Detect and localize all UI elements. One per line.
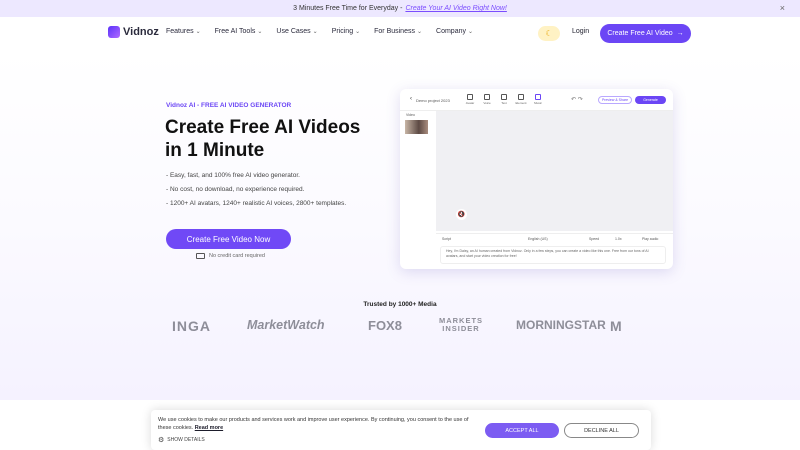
menu-item-for-business[interactable]: For Business ⌄: [374, 28, 422, 35]
hero-title-line2: in 1 Minute: [165, 140, 265, 161]
editor-canvas: [436, 111, 673, 231]
promo-text: 3 Minutes Free Time for Everyday -: [293, 5, 403, 12]
trusted-by-title: Trusted by 1000+ Media: [363, 301, 437, 308]
cookie-banner: We use cookies to make our products and …: [151, 410, 651, 450]
brand-logo-fox8: FOX8: [368, 318, 402, 333]
show-details-toggle[interactable]: ⚙ SHOW DETAILS: [158, 436, 205, 444]
cta-label: Create Free AI Video: [607, 30, 673, 37]
script-textarea: Hey, I'm Daisy, an AI human created from…: [440, 246, 666, 264]
tool-music: Music: [534, 94, 542, 106]
bullet-item: - No cost, no download, no experience re…: [166, 186, 305, 193]
menu-item-company[interactable]: Company ⌄: [436, 28, 473, 35]
no-credit-card-note: No credit card required: [196, 253, 265, 259]
bullet-item: - Easy, fast, and 100% free AI video gen…: [166, 172, 300, 179]
chevron-down-icon: ⌄: [355, 29, 361, 35]
logo-text: Vidnoz: [123, 26, 159, 38]
project-name: Demo project 2023: [416, 98, 450, 103]
brand-logo-morningstar: MORNINGSTAR: [516, 318, 606, 332]
promo-banner: 3 Minutes Free Time for Everyday - Creat…: [0, 0, 800, 17]
menu-label: Use Cases: [276, 28, 311, 35]
menu-label: Company: [436, 28, 466, 35]
read-more-link[interactable]: Read more: [195, 425, 223, 431]
menu-item-pricing[interactable]: Pricing ⌄: [332, 28, 360, 35]
preview-share-button: Preview & Share: [598, 96, 632, 104]
menu-item-free-ai-tools[interactable]: Free AI Tools ⌄: [215, 28, 263, 35]
script-bar: Script English (US) Speed 1.0x Play audi…: [436, 233, 673, 244]
sidebar-label: Video: [406, 113, 415, 117]
speed-label: Speed: [589, 237, 600, 241]
chevron-down-icon: ⌄: [195, 29, 201, 35]
hero-tag: Vidnoz AI - FREE AI VIDEO GENERATOR: [166, 102, 292, 109]
gear-icon: ⚙: [158, 437, 165, 444]
editor-toolbar: ‹ Demo project 2023 Avatar Voice Text El…: [400, 89, 673, 111]
avatar-icon: [467, 94, 473, 100]
close-icon[interactable]: ×: [780, 3, 785, 13]
tool-avatar: Avatar: [466, 94, 474, 106]
tool-text: Text: [500, 94, 508, 106]
theme-toggle-moon-icon[interactable]: ☾: [538, 26, 560, 41]
undo-redo-icon: ↶ ↷: [571, 97, 583, 103]
tool-label: Element: [515, 101, 527, 105]
music-icon: [535, 94, 541, 100]
mute-speaker-icon: 🔇: [456, 209, 467, 220]
text-icon: [501, 94, 507, 100]
no-card-text: No credit card required: [209, 253, 265, 259]
tool-label: Music: [534, 101, 542, 105]
create-free-video-now-button[interactable]: Create Free Video Now: [166, 229, 291, 249]
video-thumbnail: [405, 120, 428, 134]
chevron-down-icon: ⌄: [467, 29, 474, 35]
editor-preview: ‹ Demo project 2023 Avatar Voice Text El…: [400, 89, 673, 269]
tool-label: Text: [501, 101, 507, 105]
bullet-item: - 1200+ AI avatars, 1240+ realistic AI v…: [166, 200, 347, 207]
menu-label: Free AI Tools: [214, 28, 256, 35]
brand-logo-partial: M: [610, 318, 622, 334]
voice-icon: [484, 94, 490, 100]
hero-title: Create Free AI Videos in 1 Minute: [165, 116, 405, 162]
element-icon: [518, 94, 524, 100]
script-label: Script: [442, 237, 451, 241]
editor-sidebar: Video: [404, 111, 432, 239]
login-link[interactable]: Login: [572, 28, 589, 35]
tool-label: Avatar: [465, 101, 475, 105]
menu-item-use-cases[interactable]: Use Cases ⌄: [276, 28, 317, 35]
show-details-label: SHOW DETAILS: [167, 437, 205, 443]
accept-all-button[interactable]: ACCEPT ALL: [485, 423, 559, 438]
pitch-value: 1.0x: [615, 237, 622, 241]
media-logos: INGA MarketWatch FOX8 MARKETS INSIDER MO…: [0, 314, 800, 340]
brand-logo-marketwatch: MarketWatch: [247, 318, 325, 332]
logo-icon: [108, 26, 120, 38]
hero-title-line1: Create Free AI Videos: [165, 117, 361, 138]
create-free-ai-video-button[interactable]: Create Free AI Video →: [600, 24, 691, 43]
tool-label: Voice: [483, 101, 491, 105]
brand-logo-markets-insider: MARKETS INSIDER: [438, 316, 484, 333]
back-arrow-icon: ‹: [410, 96, 412, 102]
main-menu: Features ⌄ Free AI Tools ⌄ Use Cases ⌄ Pric…: [166, 28, 487, 35]
promo-link[interactable]: Create Your AI Video Right Now!: [405, 5, 506, 12]
credit-card-icon: [196, 253, 205, 259]
arrow-right-icon: →: [676, 30, 684, 37]
chevron-down-icon: ⌄: [257, 29, 263, 35]
brand-logo-inga: INGA: [172, 318, 211, 334]
logo[interactable]: Vidnoz: [108, 26, 159, 38]
generate-button: Generate: [635, 96, 666, 104]
tool-voice: Voice: [483, 94, 491, 106]
menu-label: Features: [166, 28, 194, 35]
menu-label: Pricing: [331, 28, 354, 35]
tool-element: Element: [515, 94, 527, 106]
decline-all-button[interactable]: DECLINE ALL: [564, 423, 639, 438]
cookie-text: We use cookies to make our products and …: [158, 416, 483, 432]
menu-label: For Business: [374, 28, 415, 35]
top-nav: Vidnoz Features ⌄ Free AI Tools ⌄ Use Case…: [0, 17, 800, 50]
editor-tools: Avatar Voice Text Element Music: [466, 94, 542, 106]
chevron-down-icon: ⌄: [416, 29, 423, 35]
play-audio-button: Play audio: [642, 237, 659, 241]
language-select: English (US): [528, 237, 548, 241]
chevron-down-icon: ⌄: [312, 29, 318, 35]
menu-item-features[interactable]: Features ⌄: [166, 28, 201, 35]
hero-bullets: - Easy, fast, and 100% free AI video gen…: [166, 169, 346, 211]
